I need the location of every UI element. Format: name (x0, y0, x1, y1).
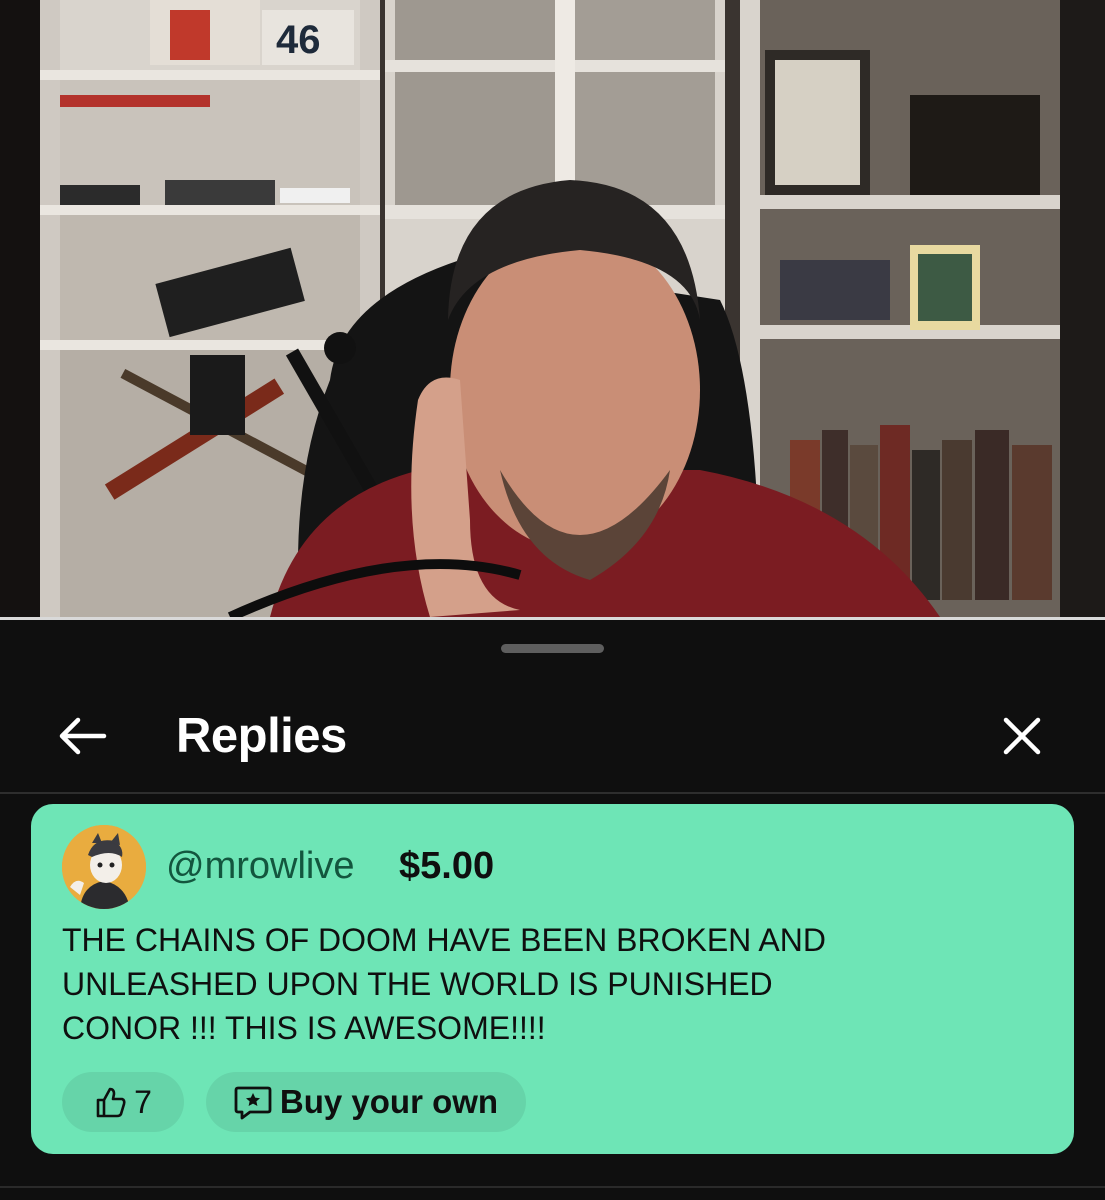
message-line: CONOR !!! THIS IS AWESOME!!!! (62, 1010, 546, 1046)
user-avatar-icon (62, 825, 146, 909)
thumbs-up-icon (96, 1087, 126, 1118)
close-button[interactable] (990, 704, 1054, 768)
drag-handle[interactable] (501, 644, 604, 653)
replies-panel: Replies @mrowlive $5.00 THE CHAINS OF DO… (0, 620, 1105, 1200)
shelf-number-label: 46 (276, 18, 321, 62)
video-player[interactable]: 46 (0, 0, 1105, 617)
comment-message: THE CHAINS OF DOOM HAVE BEEN BROKEN AND … (62, 918, 962, 1050)
header-divider (0, 792, 1105, 794)
bottom-divider (0, 1186, 1105, 1188)
page-title: Replies (176, 709, 347, 763)
donation-amount: $5.00 (399, 845, 495, 887)
buy-your-own-label: Buy your own (279, 1083, 499, 1120)
message-line: UNLEASHED UPON THE WORLD IS PUNISHED (62, 966, 773, 1002)
video-frame-image: 46 (0, 0, 1105, 617)
supersticker-icon (234, 1086, 272, 1120)
avatar[interactable] (62, 825, 146, 909)
buy-your-own-button[interactable]: Buy your own (206, 1072, 526, 1132)
arrow-left-icon (59, 717, 107, 755)
like-button[interactable]: 7 (62, 1072, 184, 1132)
replies-header: Replies (0, 680, 1105, 790)
message-line: THE CHAINS OF DOOM HAVE BEEN BROKEN AND (62, 922, 826, 958)
back-button[interactable] (50, 704, 114, 768)
supersticker-comment-card: @mrowlive $5.00 THE CHAINS OF DOOM HAVE … (31, 804, 1074, 1154)
close-icon (1003, 717, 1041, 755)
author-handle[interactable]: @mrowlive (166, 844, 354, 888)
like-count: 7 (134, 1083, 152, 1120)
